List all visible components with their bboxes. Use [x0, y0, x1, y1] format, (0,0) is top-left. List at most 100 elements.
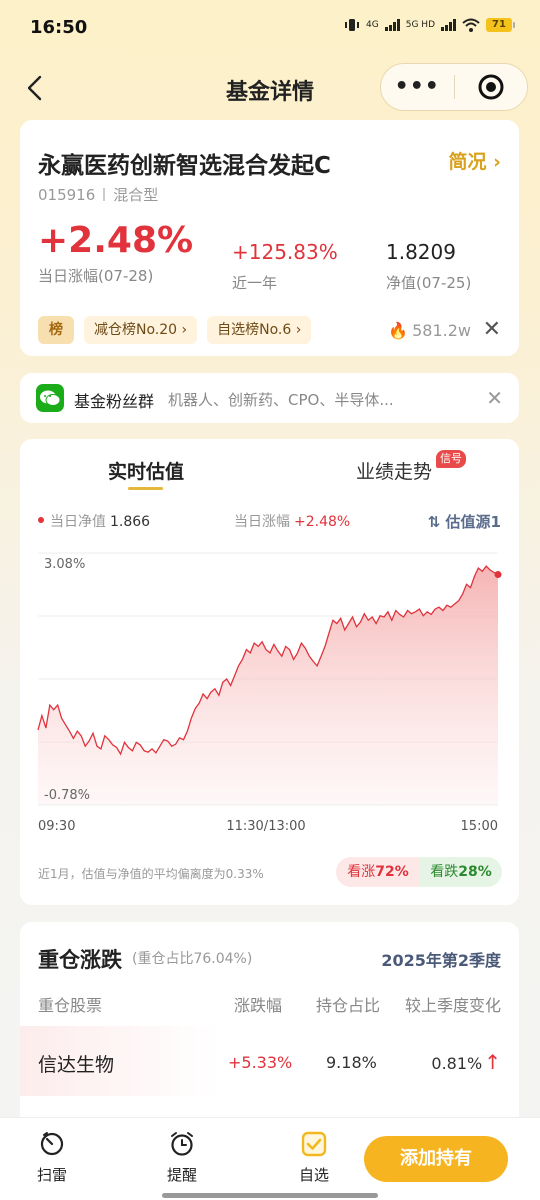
x-label-midday: 11:30/13:00 [226, 819, 305, 834]
hot-count: 🔥 581.2w [388, 321, 471, 340]
chart-area [38, 566, 498, 805]
stopwatch-icon [40, 1132, 64, 1156]
signal-badge: 信号 [436, 450, 466, 468]
day-change-label: 当日涨幅(07-28) [38, 267, 154, 285]
nav-value: 1.8209 [386, 240, 456, 264]
status-bar: 16:50 4G 5G HD 71 [0, 0, 540, 56]
toolbar-reminder-label: 提醒 [166, 1166, 197, 1184]
stock-delta-value: 0.81% [431, 1054, 483, 1073]
fire-icon: 🔥 [388, 321, 409, 340]
summary-link[interactable]: 简况 › [449, 147, 501, 174]
fund-summary-card: 永赢医药创新智选混合发起C 简况 › 015916 混合型 +2.48% 当日涨幅… [20, 120, 519, 356]
deviation-note: 近1月，估值与净值的平均偏离度为0.33% [38, 867, 264, 881]
battery-icon: 71 [486, 18, 515, 32]
rank-tags: 榜 减仓榜No.20 › 自选榜No.6 › [38, 316, 312, 344]
group-topics: 机器人、创新药、CPO、半导体... [168, 391, 394, 409]
fund-meta: 015916 混合型 [38, 184, 158, 205]
fan-group-banner[interactable]: 基金粉丝群 机器人、创新药、CPO、半导体... ✕ [20, 373, 519, 423]
stock-delta: 0.81% ↑ [431, 1050, 501, 1074]
toolbar-watchlist-label: 自选 [298, 1166, 329, 1184]
year-change-label: 近一年 [232, 274, 278, 292]
group-name: 基金粉丝群 [74, 392, 155, 411]
x-label-close: 15:00 [461, 819, 498, 834]
vote-down-value: 28% [458, 864, 492, 880]
y-max-label: 3.08% [44, 557, 85, 572]
tab-performance[interactable]: 业绩走势 [356, 457, 432, 484]
legend-nav-label: 当日净值 [50, 514, 106, 530]
col-header-stock: 重仓股票 [38, 996, 103, 1015]
legend-nav-value: 1.866 [110, 514, 151, 530]
toolbar-reminder[interactable]: 提醒 [152, 1130, 212, 1185]
signal-icon [384, 19, 400, 31]
rank-icon: 榜 [38, 316, 74, 344]
legend-change-label: 当日涨幅 [234, 514, 290, 530]
nav-label: 净值(07-25) [386, 274, 472, 292]
hot-value: 581.2w [412, 321, 471, 340]
legend-dot [38, 517, 44, 523]
col-header-change: 涨跌幅 [234, 996, 283, 1015]
home-indicator [162, 1193, 378, 1198]
wechat-icon [36, 384, 64, 412]
valuation-source-selector[interactable]: ⇅ 估值源1 [428, 511, 501, 532]
holdings-subtitle: (重仓占比76.04%) [132, 951, 253, 967]
toolbar-watchlist[interactable]: 自选 [284, 1130, 344, 1185]
alarm-clock-icon [171, 1132, 193, 1156]
status-time: 16:50 [30, 17, 88, 38]
col-header-weight: 持仓占比 [316, 996, 381, 1015]
toolbar-scan-label: 扫雷 [36, 1166, 67, 1184]
vote-up-label: 看涨 [347, 864, 376, 880]
fund-type: 混合型 [113, 186, 159, 204]
more-dots-icon[interactable]: ••• [381, 64, 454, 110]
tag-reduce-rank[interactable]: 减仓榜No.20 › [84, 316, 198, 344]
close-icon[interactable]: ✕ [486, 386, 503, 410]
intraday-chart: 3.08% -0.78% 09:30 11:30/13:00 15:00 [37, 552, 502, 834]
legend-change-value: +2.48% [294, 514, 351, 530]
add-holding-button[interactable]: 添加持有 [364, 1136, 508, 1182]
x-label-open: 09:30 [38, 819, 75, 834]
meta-divider [103, 188, 106, 201]
mini-program-capsule: ••• [380, 63, 528, 111]
checkbox-checked-icon [301, 1131, 327, 1157]
quarter-selector[interactable]: 2025年第2季度 [381, 947, 501, 971]
holdings-title: 重仓涨跌 [38, 948, 122, 972]
tag-watchlist-rank[interactable]: 自选榜No.6 › [207, 316, 312, 344]
wifi-icon [462, 18, 480, 32]
year-change-value: +125.83% [232, 240, 338, 264]
network-label-1: 4G [366, 20, 379, 30]
kpi-nav: 1.8209 净值(07-25) [386, 240, 471, 293]
col-header-delta: 较上季度变化 [404, 996, 501, 1015]
vote-up-value: 72% [375, 864, 409, 880]
stock-name: 信达生物 [38, 1054, 115, 1076]
kpi-day-change: +2.48% 当日涨幅(07-28) [38, 220, 193, 286]
vote-up-button[interactable]: 看涨72% [336, 857, 420, 887]
arrow-up-icon: ↑ [484, 1050, 501, 1074]
legend-nav: 当日净值 1.866 [50, 511, 150, 531]
nav-bar: 基金详情 ••• [0, 60, 540, 118]
vote-down-label: 看跌 [430, 864, 459, 880]
tab-realtime-valuation[interactable]: 实时估值 [108, 457, 184, 484]
status-icons: 4G 5G HD 71 [344, 18, 515, 32]
kpi-year-change: +125.83% 近一年 [232, 240, 338, 293]
stock-weight: 9.18% [326, 1053, 377, 1072]
tab-underline [128, 487, 163, 490]
fund-name: 永赢医药创新智选混合发起C [38, 153, 331, 179]
vote-down-button[interactable]: 看跌28% [420, 857, 502, 887]
chevron-right-icon: › [493, 151, 501, 173]
valuation-chart-card: 实时估值 业绩走势 信号 当日净值 1.866 当日涨幅 +2.48% ⇅ 估值源1… [20, 439, 519, 905]
bottom-toolbar: 扫雷 提醒 自选 添加持有 [0, 1117, 540, 1200]
chart-end-point [494, 571, 502, 579]
vibrate-icon [345, 19, 360, 31]
day-change-value: +2.48% [38, 220, 194, 261]
holdings-card: 重仓涨跌 (重仓占比76.04%) 2025年第2季度 重仓股票 涨跌幅 持仓占… [20, 922, 519, 1122]
summary-link-label: 简况 [448, 151, 487, 173]
y-min-label: -0.78% [44, 788, 90, 803]
table-row[interactable]: 信达生物 +5.33% 9.18% 0.81% ↑ [20, 1026, 519, 1096]
network-label-2: 5G HD [405, 20, 435, 30]
stock-change: +5.33% [228, 1053, 293, 1072]
legend-change: 当日涨幅 +2.48% [234, 511, 350, 531]
toolbar-scan-risk[interactable]: 扫雷 [22, 1130, 82, 1185]
signal-icon-2 [441, 19, 456, 31]
close-icon[interactable]: ✕ [483, 319, 501, 341]
fund-code: 015916 [38, 186, 96, 204]
target-icon[interactable] [455, 73, 528, 101]
